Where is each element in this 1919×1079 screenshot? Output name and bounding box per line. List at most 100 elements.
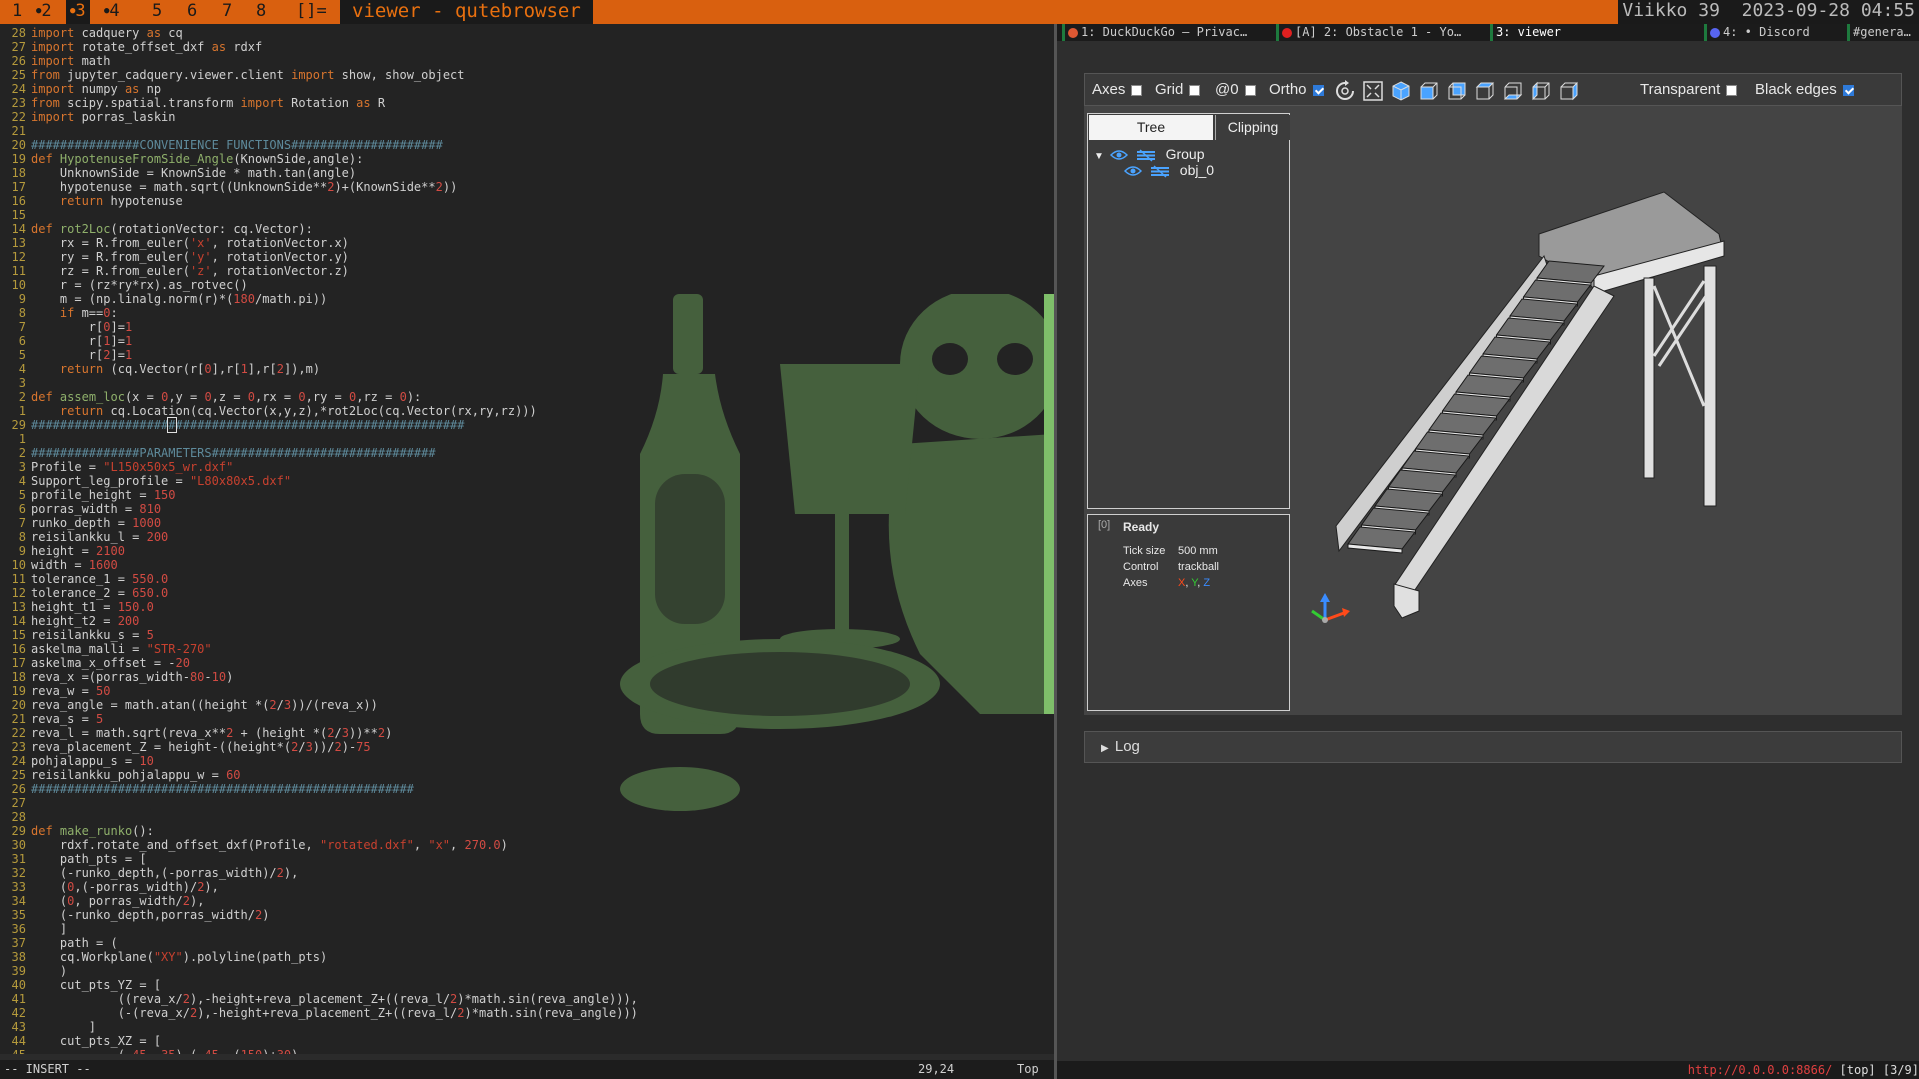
code-line[interactable]: 20 ###############CONVENIENCE FUNCTIONS##…	[0, 138, 638, 152]
code-line[interactable]: 11 rz = R.from_euler('z', rotationVector…	[0, 264, 638, 278]
workspace-5[interactable]: 5	[148, 0, 166, 24]
tab-youtube[interactable]: [A] 2: Obstacle 1 - Yo…	[1276, 24, 1481, 41]
code-line[interactable]: 33 (0,(-porras_width)/2),	[0, 880, 638, 894]
black-edges-toggle[interactable]: Black edges	[1755, 81, 1854, 98]
code-line[interactable]: 26 import math	[0, 54, 638, 68]
code-line[interactable]: 8 if m==0:	[0, 306, 638, 320]
code-line[interactable]: 10 r = (rz*ry*rx).as_rotvec()	[0, 278, 638, 292]
axes-toggle[interactable]: Axes	[1092, 81, 1143, 98]
code-line[interactable]: 27 import rotate_offset_dxf as rdxf	[0, 40, 638, 54]
code-line[interactable]: 12 tolerance_2 = 650.0	[0, 586, 638, 600]
transparent-toggle[interactable]: Transparent	[1640, 81, 1738, 98]
code-line[interactable]: 5 profile_height = 150	[0, 488, 638, 502]
code-line[interactable]: 35 (-runko_depth,porras_width/2)	[0, 908, 638, 922]
workspace-1[interactable]: 1	[8, 0, 26, 24]
code-line[interactable]: 1 return cq.Location(cq.Vector(x,y,z),*r…	[0, 404, 638, 418]
code-line[interactable]: 15	[0, 208, 638, 222]
code-line[interactable]: 17 hypotenuse = math.sqrt((UnknownSide**…	[0, 180, 638, 194]
visibility-eye-icon[interactable]	[1123, 165, 1143, 177]
transparent-checkbox[interactable]	[1726, 84, 1738, 96]
tree-node-obj0[interactable]: obj_0	[1123, 162, 1214, 178]
code-line[interactable]: 7 runko_depth = 1000	[0, 516, 638, 530]
code-line[interactable]: 27	[0, 796, 638, 810]
tab-viewer[interactable]: 3: viewer	[1490, 24, 1695, 41]
ortho-checkbox[interactable]	[1312, 84, 1324, 96]
code-line[interactable]: 44 cut_pts_XZ = [	[0, 1034, 638, 1048]
code-line[interactable]: 34 (0, porras_width/2),	[0, 894, 638, 908]
code-line[interactable]: 2 ###############PARAMETERS##############…	[0, 446, 638, 460]
iso-view-icon[interactable]	[1390, 80, 1412, 102]
code-line[interactable]: 25 from jupyter_cadquery.viewer.client im…	[0, 68, 638, 82]
right-view-icon[interactable]	[1558, 80, 1580, 102]
black-edges-checkbox[interactable]	[1842, 84, 1854, 96]
code-line[interactable]: 29 def make_runko():	[0, 824, 638, 838]
workspace-2[interactable]: ●2	[32, 0, 56, 24]
code-line[interactable]: 28	[0, 810, 638, 824]
ortho-toggle[interactable]: Ortho	[1269, 81, 1324, 98]
code-line[interactable]: 36 ]	[0, 922, 638, 936]
code-line[interactable]: 10 width = 1600	[0, 558, 638, 572]
code-line[interactable]: 13 height_t1 = 150.0	[0, 600, 638, 614]
code-line[interactable]: 23 reva_placement_Z = height-((height*(2/…	[0, 740, 638, 754]
at0-toggle[interactable]: @0	[1215, 81, 1256, 98]
workspace-3[interactable]: ●3	[66, 0, 90, 24]
code-line[interactable]: 21 reva_s = 5	[0, 712, 638, 726]
code-line[interactable]: 1	[0, 432, 638, 446]
code-line[interactable]: 42 (-(reva_x/2),-height+reva_placement_Z…	[0, 1006, 638, 1020]
code-line[interactable]: 19 def HypotenuseFromSide_Angle(KnownSide…	[0, 152, 638, 166]
code-line[interactable]: 43 ]	[0, 1020, 638, 1034]
axes-checkbox[interactable]	[1131, 84, 1143, 96]
expand-triangle-icon[interactable]: ▶	[1101, 743, 1109, 754]
code-line[interactable]: 3 Profile = "L150x50x5_wr.dxf"	[0, 460, 638, 474]
code-line[interactable]: 13 rx = R.from_euler('x', rotationVector…	[0, 236, 638, 250]
bottom-view-icon[interactable]	[1502, 80, 1524, 102]
tree-node-group[interactable]: ▼ Group	[1094, 146, 1205, 162]
code-line[interactable]: 14 def rot2Loc(rotationVector: cq.Vector)…	[0, 222, 638, 236]
code-line[interactable]: 9 m = (np.linalg.norm(r)*(180/math.pi))	[0, 292, 638, 306]
workspace-7[interactable]: 7	[218, 0, 236, 24]
visibility-eye-icon[interactable]	[1109, 149, 1128, 161]
code-line[interactable]: 40 cut_pts_YZ = [	[0, 978, 638, 992]
code-line[interactable]: 18 UnknownSide = KnownSide * math.tan(an…	[0, 166, 638, 180]
code-line[interactable]: 16 return hypotenuse	[0, 194, 638, 208]
code-line[interactable]: 29 ######################################…	[0, 417, 638, 433]
code-line[interactable]: 24 pohjalappu_s = 10	[0, 754, 638, 768]
code-line[interactable]: 39 )	[0, 964, 638, 978]
code-line[interactable]: 8 reisilankku_l = 200	[0, 530, 638, 544]
grid-toggle[interactable]: Grid	[1155, 81, 1201, 98]
code-line[interactable]: 28 import cadquery as cq	[0, 26, 638, 40]
log-panel-toggle[interactable]: ▶ Log	[1084, 731, 1902, 763]
reset-view-icon[interactable]	[1334, 80, 1356, 102]
3d-canvas-staircase-model[interactable]	[1294, 106, 1902, 715]
workspace-8[interactable]: 8	[252, 0, 270, 24]
code-line[interactable]: 7 r[0]=1	[0, 320, 638, 334]
code-line[interactable]: 2 def assem_loc(x = 0,y = 0,z = 0,rx = 0,…	[0, 390, 638, 404]
code-line[interactable]: 19 reva_w = 50	[0, 684, 638, 698]
code-line[interactable]: 22 reva_l = math.sqrt(reva_x**2 + (height…	[0, 726, 638, 740]
code-line[interactable]: 26 ######################################…	[0, 782, 638, 796]
grid-checkbox[interactable]	[1189, 84, 1201, 96]
top-view-icon[interactable]	[1474, 80, 1496, 102]
rear-view-icon[interactable]	[1446, 80, 1468, 102]
code-line[interactable]: 18 reva_x =(porras_width-80-10)	[0, 670, 638, 684]
tab-discord[interactable]: 4: • Discord	[1704, 24, 1819, 41]
code-line[interactable]: 25 reisilankku_pohjalappu_w = 60	[0, 768, 638, 782]
code-line[interactable]: 17 askelma_x_offset = -20	[0, 656, 638, 670]
collapse-triangle-icon[interactable]: ▼	[1094, 151, 1104, 162]
code-line[interactable]: 12 ry = R.from_euler('y', rotationVector…	[0, 250, 638, 264]
vim-editor[interactable]: 28 import cadquery as cq 27 import rotate_o…	[0, 24, 1054, 1054]
code-line[interactable]: 23 from scipy.spatial.transform import Ro…	[0, 96, 638, 110]
tab-tree[interactable]: Tree	[1089, 115, 1213, 140]
code-line[interactable]: 3	[0, 376, 638, 390]
code-line[interactable]: 24 import numpy as np	[0, 82, 638, 96]
front-view-icon[interactable]	[1418, 80, 1440, 102]
layout-indicator[interactable]: []=	[292, 0, 331, 24]
tab-general[interactable]: #genera…	[1847, 24, 1919, 41]
at0-checkbox[interactable]	[1244, 84, 1256, 96]
code-line[interactable]: 38 cq.Workplane("XY").polyline(path_pts)	[0, 950, 638, 964]
tab-clipping[interactable]: Clipping	[1215, 115, 1290, 140]
code-line[interactable]: 11 tolerance_1 = 550.0	[0, 572, 638, 586]
code-line[interactable]: 15 reisilankku_s = 5	[0, 628, 638, 642]
fit-view-icon[interactable]	[1362, 80, 1384, 102]
code-line[interactable]: 4 Support_leg_profile = "L80x80x5.dxf"	[0, 474, 638, 488]
